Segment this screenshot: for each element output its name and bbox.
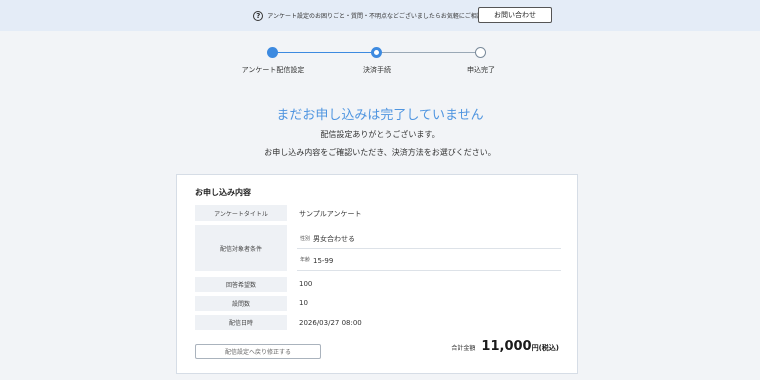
total-amount: 11,000: [481, 339, 532, 354]
step-dot-complete: [475, 47, 486, 58]
stepper-line-completed: [272, 52, 376, 53]
step-dot-payment: [371, 47, 382, 58]
back-to-settings-button[interactable]: 配信設定へ戻り修正する: [195, 344, 321, 359]
responses-value: 100: [299, 280, 313, 288]
help-banner: ? アンケート設定のお困りごと・質問・不明点などございましたらお気軽にご相談くだ…: [0, 0, 760, 31]
page-headline: まだお申し込みは完了していません: [276, 108, 484, 123]
help-circle-icon: ?: [253, 10, 264, 21]
progress-stepper: アンケート配信設定 決済手続 申込完了: [0, 45, 760, 75]
step-dot-settings: [267, 47, 278, 58]
step-label-payment: 決済手続: [363, 66, 391, 74]
survey-title-label: アンケートタイトル: [195, 205, 287, 221]
datetime-value: 2026/03/27 08:00: [299, 319, 362, 327]
total-label: 合計金額: [451, 345, 476, 352]
questions-label: 設問数: [195, 296, 287, 311]
datetime-label: 配信日時: [195, 315, 287, 330]
gender-value: 男女合わせる: [313, 235, 355, 243]
questions-value: 10: [299, 299, 308, 307]
stepper-line-pending: [376, 52, 480, 53]
condition-divider: [297, 248, 561, 249]
responses-label: 回答希望数: [195, 277, 287, 292]
gender-label: 性別: [300, 236, 311, 242]
condition-divider: [297, 270, 561, 271]
target-conditions-label: 配信対象者条件: [195, 225, 287, 271]
age-value: 15-99: [313, 257, 334, 265]
instruction-message: お申し込み内容をご確認いただき、決済方法をお選びください。: [264, 148, 496, 157]
help-banner-text: アンケート設定のお困りごと・質問・不明点などございましたらお気軽にご相談ください: [267, 13, 507, 20]
order-summary-card: お申し込み内容 アンケートタイトル サンプルアンケート 配信対象者条件 性別 男…: [176, 174, 578, 374]
thanks-message: 配信設定ありがとうございます。: [320, 130, 440, 139]
age-label: 年齢: [300, 257, 311, 263]
contact-button[interactable]: お問い合わせ: [478, 7, 552, 23]
step-label-complete: 申込完了: [467, 66, 495, 74]
total-price: 合計金額 11,000 円(税込): [451, 339, 559, 354]
survey-title-value: サンプルアンケート: [299, 210, 362, 218]
total-tax-suffix: 円(税込): [531, 344, 559, 352]
step-label-settings: アンケート配信設定: [241, 66, 305, 74]
summary-title: お申し込み内容: [195, 188, 251, 197]
